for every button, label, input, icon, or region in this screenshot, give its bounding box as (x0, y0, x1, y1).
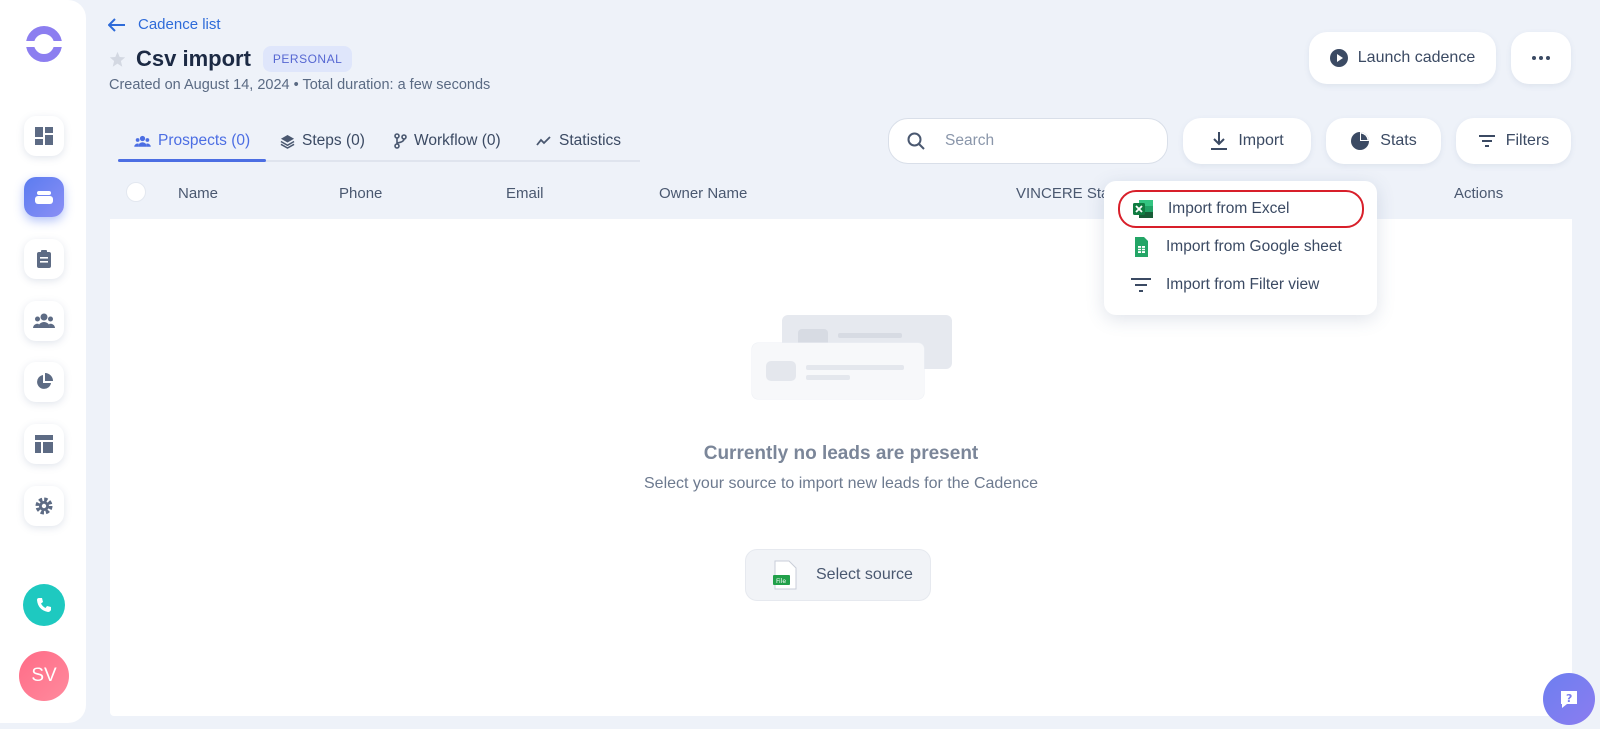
select-all-checkbox[interactable] (126, 182, 146, 202)
help-chat-icon: ? (1561, 691, 1577, 708)
launch-cadence-label: Launch cadence (1357, 49, 1476, 66)
tab-statistics-label: Statistics (559, 132, 622, 149)
more-options-button[interactable] (1511, 32, 1571, 84)
search-icon (907, 132, 925, 150)
tab-prospects[interactable]: Prospects (0) (134, 132, 250, 150)
pie-chart-icon (37, 373, 53, 389)
empty-state-title: Currently no leads are present (703, 443, 979, 464)
personal-badge: PERSONAL (262, 46, 353, 72)
title-row: Csv import PERSONAL (109, 46, 353, 72)
tab-workflow-label: Workflow (0) (414, 132, 501, 149)
column-phone[interactable]: Phone (339, 185, 382, 202)
trend-icon (536, 136, 551, 146)
launch-cadence-button[interactable]: Launch cadence (1309, 32, 1496, 84)
branch-icon (394, 133, 407, 149)
cadence-meta: Created on August 14, 2024 • Total durat… (109, 77, 491, 93)
import-from-filter-view-label: Import from Filter view (1166, 276, 1320, 293)
nav-dashboard[interactable] (24, 116, 64, 156)
clipboard-icon (37, 250, 51, 268)
stats-label: Stats (1380, 132, 1417, 149)
back-to-cadence-list[interactable]: Cadence list (108, 16, 221, 33)
svg-text:File: File (776, 578, 786, 585)
empty-state-subtitle: Select your source to import new leads f… (644, 475, 1038, 492)
back-link-label[interactable]: Cadence list (138, 16, 221, 33)
tab-steps-label: Steps (0) (302, 132, 365, 149)
avatar[interactable]: SV (19, 651, 69, 701)
layout-icon (35, 435, 53, 453)
column-actions: Actions (1454, 185, 1504, 202)
star-icon[interactable] (109, 51, 126, 68)
column-email[interactable]: Email (506, 185, 544, 202)
layers-icon (280, 134, 295, 149)
help-button[interactable]: ? (1543, 673, 1595, 725)
filter-icon (1131, 278, 1151, 292)
google-sheet-icon (1135, 237, 1148, 257)
filters-label: Filters (1505, 132, 1550, 149)
svg-text:?: ? (1566, 692, 1572, 705)
nav-templates[interactable] (24, 424, 64, 464)
empty-list-illustration (751, 315, 952, 400)
active-tab-indicator (118, 159, 266, 162)
file-icon: File (773, 560, 797, 590)
users-icon (134, 135, 151, 147)
page-title: Csv import (136, 46, 251, 71)
gear-icon (35, 497, 53, 515)
phone-button[interactable] (23, 584, 65, 626)
search-input[interactable] (945, 132, 1145, 150)
select-source-button[interactable]: File Select source (745, 549, 931, 601)
arrow-left-icon (108, 17, 125, 32)
import-from-excel-label: Import from Excel (1168, 200, 1290, 217)
import-button[interactable]: Import (1183, 118, 1311, 164)
column-owner-name[interactable]: Owner Name (659, 185, 747, 202)
stats-button[interactable]: Stats (1326, 118, 1441, 164)
nav-settings[interactable] (24, 486, 64, 526)
play-circle-icon (1329, 49, 1348, 67)
column-vincere-status[interactable]: VINCERE Stat (1016, 185, 1114, 202)
search-box[interactable] (888, 118, 1168, 164)
import-from-filter-view[interactable]: Import from Filter view (1118, 266, 1364, 304)
app-logo[interactable] (24, 24, 64, 64)
cadence-tabs: Prospects (0) Steps (0) Workflow (0) Sta… (118, 124, 640, 162)
filter-lines-icon (1478, 135, 1495, 147)
nav-tasks[interactable] (24, 239, 64, 279)
dashboard-icon (35, 127, 53, 145)
pie-chart-icon (1351, 132, 1370, 150)
nav-people[interactable] (24, 301, 64, 341)
import-label: Import (1238, 132, 1284, 149)
import-from-google-sheet-label: Import from Google sheet (1166, 238, 1342, 255)
tab-workflow[interactable]: Workflow (0) (394, 132, 501, 150)
column-name[interactable]: Name (178, 185, 218, 202)
filters-button[interactable]: Filters (1456, 118, 1571, 164)
people-icon (33, 313, 55, 328)
nav-stats[interactable] (24, 362, 64, 402)
import-from-google-sheet[interactable]: Import from Google sheet (1118, 228, 1364, 266)
cadence-stack-icon (35, 191, 53, 204)
tab-steps[interactable]: Steps (0) (280, 132, 365, 150)
tab-prospects-label: Prospects (0) (158, 132, 251, 149)
phone-icon (37, 598, 51, 612)
sidebar: SV (0, 0, 86, 723)
nav-cadences[interactable] (24, 177, 64, 217)
excel-icon (1133, 200, 1153, 218)
import-from-excel[interactable]: Import from Excel (1118, 190, 1364, 228)
select-source-label: Select source (816, 566, 913, 583)
import-menu: Import from Excel Import from Google she… (1104, 181, 1377, 315)
tab-statistics[interactable]: Statistics (536, 132, 621, 150)
download-icon (1211, 132, 1228, 150)
more-horizontal-icon (1532, 56, 1550, 60)
